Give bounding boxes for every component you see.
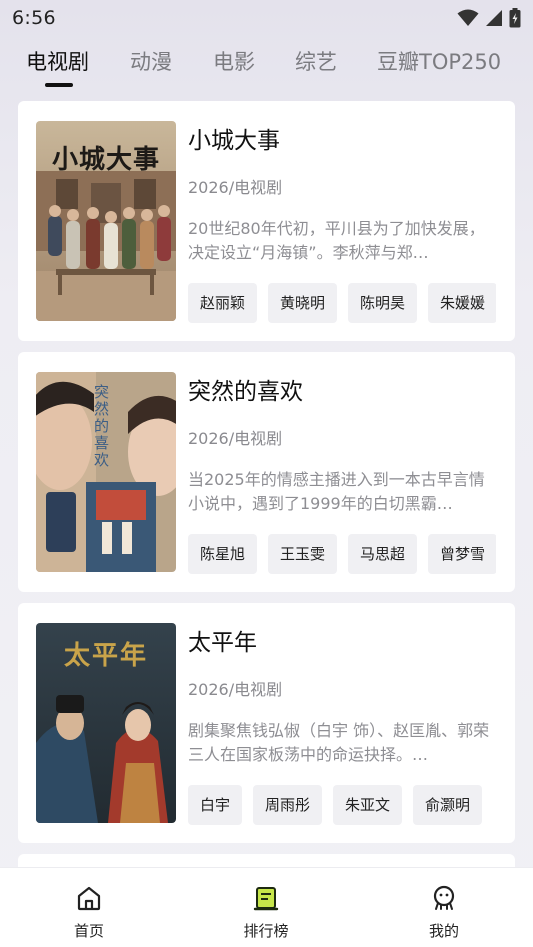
show-description: 剧集聚焦钱弘俶（白宇 饰）、赵匡胤、郭荣三人在国家板荡中的命运抉择。… [188, 721, 490, 764]
profile-icon [433, 885, 455, 910]
show-description: 20世纪80年代初，平川县为了加快发展，决定设立“月海镇”。李秋萍与郑… [188, 219, 485, 262]
cast-tags: 陈星旭 王玉雯 马思超 曾梦雪 [188, 534, 496, 574]
poster-title-text: 突然的喜欢 [94, 383, 110, 469]
home-icon [77, 886, 101, 911]
show-title[interactable]: 小城大事 [188, 121, 280, 155]
poster-title-text: 小城大事 [51, 145, 160, 175]
nav-home[interactable]: 首页 [29, 868, 149, 947]
nav-profile[interactable]: 我的 [384, 868, 504, 947]
bottom-navigation: 首页 排行榜 我的 [0, 867, 533, 947]
show-card[interactable]: 太平年 太平年 2026/电视剧 剧集聚焦钱弘俶（白宇 饰）、赵匡胤、郭荣三人在… [18, 603, 515, 843]
tab-anime[interactable]: 动漫 [130, 46, 172, 76]
show-meta: 2026/电视剧 [188, 429, 283, 448]
wifi-icon [457, 9, 479, 26]
show-card[interactable]: 小城大事 小城大事 2026/电视剧 20世纪80年代初，平川县为了加快发展，决… [18, 101, 515, 341]
show-description: 当2025年的情感主播进入到一本古早言情小说中，遇到了1999年的白切黑霸… [188, 470, 485, 513]
cast-tag[interactable]: 朱亚文 [333, 785, 403, 825]
poster-title-text: 太平年 [63, 641, 148, 671]
cast-tag[interactable]: 赵丽颖 [188, 283, 258, 323]
cast-tag[interactable]: 周雨彤 [253, 785, 323, 825]
cast-tag[interactable]: 王玉雯 [268, 534, 338, 574]
nav-profile-label: 我的 [428, 922, 459, 940]
show-card[interactable]: 突然的喜欢 突然的喜欢 2026/电视剧 当2025年的情感主播进入到一本古早言… [18, 352, 515, 592]
signal-icon [486, 10, 502, 26]
cast-tag[interactable]: 白宇 [188, 785, 243, 825]
active-tab-indicator [45, 83, 73, 87]
cast-tag[interactable]: 朱媛媛 [428, 283, 496, 323]
ranking-icon [253, 887, 279, 911]
tab-variety[interactable]: 综艺 [295, 46, 337, 76]
nav-ranking[interactable]: 排行榜 [206, 868, 326, 947]
cast-tag[interactable]: 马思超 [348, 534, 418, 574]
nav-home-label: 首页 [73, 922, 104, 940]
nav-ranking-label: 排行榜 [243, 922, 289, 940]
cast-tag[interactable]: 曾梦雪 [428, 534, 496, 574]
show-title[interactable]: 突然的喜欢 [188, 372, 303, 406]
status-icons [457, 8, 521, 28]
show-meta: 2026/电视剧 [188, 680, 283, 699]
status-time: 6:56 [12, 7, 56, 29]
tab-movies[interactable]: 电影 [213, 46, 255, 76]
category-tabs: 电视剧 动漫 电影 综艺 豆瓣TOP250 [0, 40, 533, 92]
show-poster[interactable]: 太平年 [36, 623, 176, 823]
status-bar: 6:56 [0, 0, 533, 36]
cast-tags: 白宇 周雨彤 朱亚文 俞灏明 [188, 785, 496, 825]
cast-tag[interactable]: 陈星旭 [188, 534, 258, 574]
cast-tag[interactable]: 陈明昊 [348, 283, 418, 323]
battery-charging-icon [509, 8, 521, 28]
cast-tag[interactable]: 俞灏明 [413, 785, 483, 825]
tab-douban-top250[interactable]: 豆瓣TOP250 [377, 46, 501, 76]
show-poster[interactable]: 突然的喜欢 [36, 372, 176, 572]
cast-tag[interactable]: 黄晓明 [268, 283, 338, 323]
cast-tags: 赵丽颖 黄晓明 陈明昊 朱媛媛 [188, 283, 496, 323]
show-title[interactable]: 太平年 [188, 623, 257, 657]
show-poster[interactable]: 小城大事 [36, 121, 176, 321]
show-meta: 2026/电视剧 [188, 178, 283, 197]
tab-tv-series[interactable]: 电视剧 [26, 46, 89, 76]
